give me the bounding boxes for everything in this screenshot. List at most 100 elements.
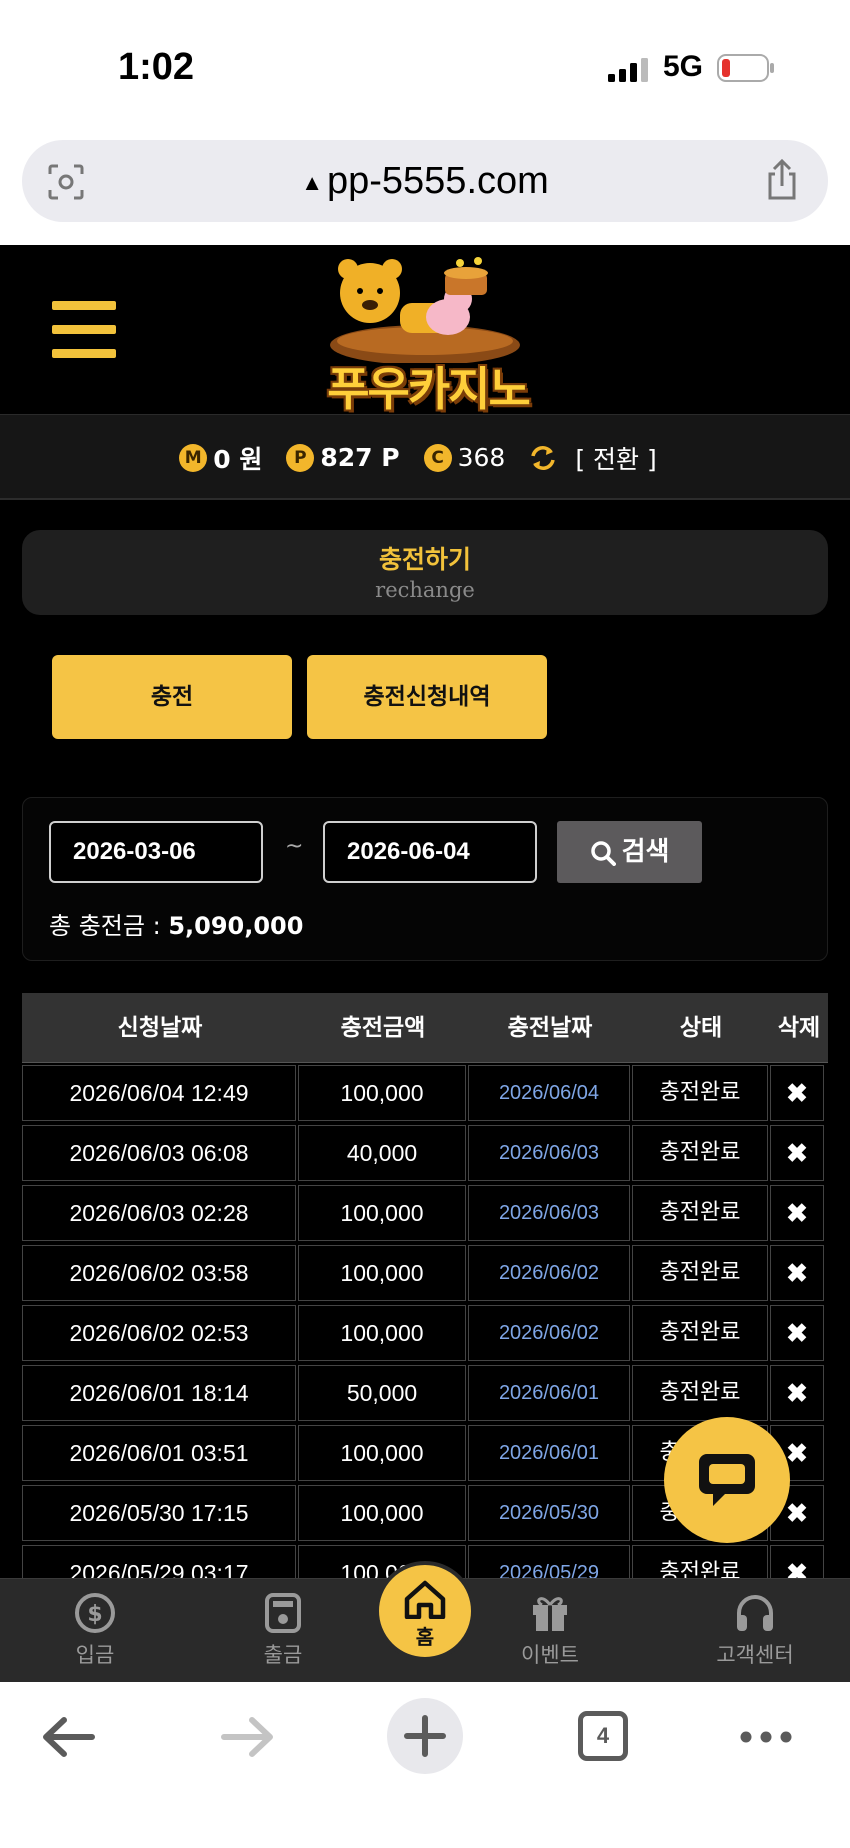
date-from-input[interactable]: 2026-03-06 (49, 821, 263, 883)
site-header: 푸우카지노 (0, 245, 850, 416)
nav-support[interactable]: 고객센터 (690, 1579, 820, 1683)
svg-text:$: $ (87, 1602, 102, 1627)
delete-icon[interactable]: ✖ (770, 1305, 824, 1361)
nav-deposit[interactable]: $ 입금 (30, 1579, 160, 1683)
cell-status: 충전완료 (632, 1185, 768, 1241)
table-row: 2026/06/02 02:53 100,000 2026/06/02 충전완료 ✖ (22, 1303, 828, 1363)
nav-support-label: 고객센터 (716, 1643, 794, 1667)
comp-balance: C 368 (423, 443, 506, 472)
page-title-box: 충전하기 rechange (22, 530, 828, 615)
comp-value: 368 (457, 443, 506, 472)
date-separator: ~ (285, 834, 304, 859)
comp-coin-icon: C (423, 443, 452, 472)
hamburger-menu-icon[interactable] (52, 301, 116, 359)
new-tab-button[interactable] (387, 1698, 463, 1774)
point-balance: P 827 P (286, 443, 400, 472)
cell-status: 충전완료 (632, 1245, 768, 1301)
pooh-mascot-icon (330, 257, 520, 363)
money-bag-icon: $ (75, 1593, 115, 1633)
nav-deposit-label: 입금 (75, 1643, 115, 1667)
more-ellipsis-icon[interactable] (726, 1702, 806, 1772)
header-delete: 삭제 (777, 1015, 821, 1041)
header-request-date: 신청날짜 (117, 1015, 203, 1041)
page-title: 충전하기 (378, 545, 471, 574)
back-arrow-icon[interactable] (30, 1702, 110, 1772)
plus-icon (404, 1715, 446, 1757)
charge-history-button[interactable]: 충전신청내역 (307, 655, 547, 739)
cell-charge-date: 2026/06/03 (468, 1125, 630, 1181)
cell-charge-date: 2026/06/01 (468, 1425, 630, 1481)
money-value: 0 원 (213, 444, 263, 474)
table-header: 신청날짜 충전금액 충전날짜 상태 삭제 (22, 993, 828, 1063)
cell-charge-date: 2026/06/02 (468, 1245, 630, 1301)
home-icon (404, 1580, 446, 1619)
share-icon[interactable] (762, 158, 802, 202)
cell-status: 충전완료 (632, 1125, 768, 1181)
cell-amount: 100,000 (298, 1305, 466, 1361)
cell-charge-date: 2026/06/02 (468, 1305, 630, 1361)
nav-event[interactable]: 이벤트 (485, 1579, 615, 1683)
date-to-input[interactable]: 2026-06-04 (323, 821, 537, 883)
cell-request-date: 2026/06/03 06:08 (22, 1125, 296, 1181)
total-charge: 총 충전금 : 5,090,000 (49, 906, 303, 941)
nav-home-label: 홈 (415, 1625, 435, 1649)
cell-request-date: 2026/06/01 18:14 (22, 1365, 296, 1421)
cell-amount: 100,000 (298, 1065, 466, 1121)
delete-icon[interactable]: ✖ (770, 1185, 824, 1241)
chat-button[interactable] (664, 1417, 790, 1543)
cell-status: 충전완료 (632, 1365, 768, 1421)
cell-request-date: 2026/05/30 17:15 (22, 1485, 296, 1541)
page-subtitle: rechange (375, 578, 475, 602)
delete-icon[interactable]: ✖ (770, 1365, 824, 1421)
table-row: 2026/06/03 02:28 100,000 2026/06/03 충전완료 ✖ (22, 1183, 828, 1243)
cell-status: 충전완료 (632, 1305, 768, 1361)
nav-withdraw-label: 출금 (263, 1643, 303, 1667)
cell-amount: 100,000 (298, 1485, 466, 1541)
money-balance: M 0 원 (179, 440, 262, 476)
money-coin-icon: M (179, 443, 208, 472)
cell-request-date: 2026/06/03 02:28 (22, 1185, 296, 1241)
header-charge-date: 충전날짜 (507, 1015, 593, 1041)
address-bar[interactable]: ▲ pp-5555.com (22, 140, 828, 222)
search-button[interactable]: 검색 (557, 821, 702, 883)
cell-request-date: 2026/06/01 03:51 (22, 1425, 296, 1481)
url-domain: pp-5555.com (326, 160, 549, 202)
cell-charge-date: 2026/05/30 (468, 1485, 630, 1541)
nav-event-label: 이벤트 (521, 1643, 579, 1667)
cell-amount: 100,000 (298, 1185, 466, 1241)
atm-icon (265, 1593, 301, 1633)
delete-icon[interactable]: ✖ (770, 1245, 824, 1301)
headset-icon (737, 1595, 773, 1631)
tabs-button[interactable]: 4 (578, 1711, 628, 1761)
cell-charge-date: 2026/06/01 (468, 1365, 630, 1421)
cell-request-date: 2026/06/02 02:53 (22, 1305, 296, 1361)
nav-home[interactable]: 홈 (375, 1561, 475, 1661)
url-text[interactable]: ▲ pp-5555.com (22, 140, 828, 222)
charge-button[interactable]: 충전 (52, 655, 292, 739)
cell-amount: 100,000 (298, 1425, 466, 1481)
refresh-icon[interactable] (529, 444, 557, 472)
table-row: 2026/06/01 18:14 50,000 2026/06/01 충전완료 ✖ (22, 1363, 828, 1423)
cell-amount: 100,000 (298, 1245, 466, 1301)
browser-address-area: ▲ pp-5555.com (0, 130, 850, 245)
cell-amount: 50,000 (298, 1365, 466, 1421)
forward-arrow-icon[interactable] (206, 1702, 286, 1772)
table-row: 2026/06/03 06:08 40,000 2026/06/03 충전완료 ✖ (22, 1123, 828, 1183)
search-button-label: 검색 (621, 837, 670, 867)
balance-bar: M 0 원 P 827 P C 368 [ 전환 ] (0, 415, 850, 500)
browser-toolbar: 4 (0, 1682, 850, 1848)
total-charge-value: 5,090,000 (168, 912, 304, 940)
battery-low-icon (717, 54, 774, 82)
search-panel: 2026-03-06 ~ 2026-06-04 검색 총 충전금 : 5,090… (22, 797, 828, 961)
cell-amount: 40,000 (298, 1125, 466, 1181)
delete-icon[interactable]: ✖ (770, 1065, 824, 1121)
convert-link[interactable]: [ 전환 ] (575, 440, 656, 476)
delete-icon[interactable]: ✖ (770, 1125, 824, 1181)
status-time: 1:02 (118, 46, 195, 88)
network-type: 5G (663, 50, 704, 83)
point-coin-icon: P (286, 443, 315, 472)
nav-withdraw[interactable]: 출금 (218, 1579, 348, 1683)
site-logo[interactable]: 푸우카지노 (300, 253, 550, 416)
logo-text: 푸우카지노 (327, 362, 531, 416)
table-row: 2026/06/04 12:49 100,000 2026/06/04 충전완료 ✖ (22, 1063, 828, 1123)
